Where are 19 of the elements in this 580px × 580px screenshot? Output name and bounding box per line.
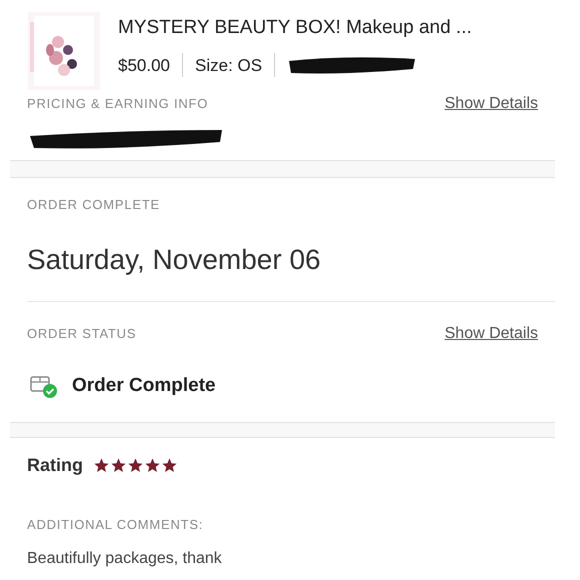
section-label: ORDER COMPLETE xyxy=(27,196,161,214)
box-check-icon xyxy=(30,374,58,398)
comment-text: Beautifully packages, thank xyxy=(27,548,223,568)
star-icon xyxy=(144,457,161,474)
show-details-link[interactable]: Show Details xyxy=(444,92,538,116)
order-status-text: Order Complete xyxy=(72,374,216,398)
section-label: ORDER STATUS xyxy=(27,324,136,343)
rating-label: Rating xyxy=(27,454,83,477)
product-title: MYSTERY BEAUTY BOX! Makeup and ... xyxy=(118,16,472,40)
product-size: Size: OS xyxy=(195,54,262,76)
star-icon xyxy=(110,457,127,474)
section-label: ADDITIONAL COMMENTS: xyxy=(27,516,204,534)
star-icon xyxy=(93,457,110,474)
star-icon xyxy=(161,457,178,474)
product-price: $50.00 xyxy=(118,54,170,76)
section-label: PRICING & EARNING INFO xyxy=(27,95,208,114)
star-icon xyxy=(127,457,144,474)
show-details-link[interactable]: Show Details xyxy=(444,322,538,346)
order-date: Saturday, November 06 xyxy=(27,242,322,277)
